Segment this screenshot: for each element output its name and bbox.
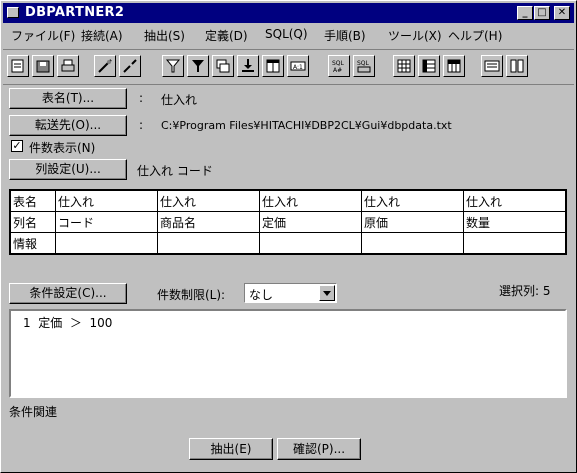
menu-define[interactable]: 定義(D) [205, 27, 248, 44]
open-icon[interactable] [7, 55, 29, 77]
maximize-button[interactable]: □ [534, 6, 550, 20]
text-icon[interactable]: A:1 [287, 55, 309, 77]
title-bar: DBPARTNER2 _ □ ✕ [3, 3, 574, 23]
sql-all-icon[interactable]: SQL A# [328, 55, 350, 77]
list-icon[interactable] [481, 55, 503, 77]
selected-columns-count: 選択列: 5 [499, 284, 551, 298]
destination-button[interactable]: 転送先(O)... [9, 115, 127, 136]
limit-select[interactable]: なし [244, 283, 337, 303]
svg-text:SQL: SQL [357, 60, 370, 67]
condition-list[interactable]: 1 定価 ＞ 100 [9, 309, 567, 398]
extract-button[interactable]: 抽出(E) [189, 438, 273, 460]
grid-cell[interactable]: 仕入れ [361, 190, 464, 212]
count-display-label[interactable]: 件数表示(N) [29, 139, 95, 156]
menu-bar: ファイル(F) 接続(A) 抽出(S) 定義(D) SQL(Q) 手順(B) ツ… [3, 24, 574, 44]
destination-path: C:¥Program Files¥HITACHI¥DBP2CL¥Gui¥dbpd… [161, 119, 452, 132]
grid-cell[interactable]: 数量 [463, 211, 566, 233]
menu-file[interactable]: ファイル(F) [11, 27, 75, 44]
disconnect-icon[interactable] [119, 55, 141, 77]
grid-cell[interactable]: 定価 [259, 211, 362, 233]
count-display-checkbox[interactable]: ✓ [11, 140, 23, 152]
connect-icon[interactable] [94, 55, 116, 77]
grid-cell[interactable] [157, 232, 260, 254]
book-icon[interactable] [506, 55, 528, 77]
grid-cell[interactable]: 商品名 [157, 211, 260, 233]
grid3-icon[interactable] [443, 55, 465, 77]
menu-connect[interactable]: 接続(A) [81, 27, 123, 44]
app-icon[interactable] [7, 7, 19, 18]
close-button[interactable]: ✕ [554, 6, 570, 20]
svg-text:SQL: SQL [332, 60, 345, 67]
grid-row-table: 表名 仕入れ 仕入れ 仕入れ 仕入れ 仕入れ [10, 190, 566, 212]
filter-icon[interactable] [162, 55, 184, 77]
grid-cell[interactable]: 仕入れ [463, 190, 566, 212]
grid-cell[interactable]: 仕入れ [259, 190, 362, 212]
confirm-button[interactable]: 確認(P)... [277, 438, 361, 460]
limit-label: 件数制限(L): [157, 288, 226, 302]
grid-cell[interactable] [463, 232, 566, 254]
menu-procedure[interactable]: 手順(B) [324, 27, 366, 44]
grid-row-header: 表名 [10, 190, 56, 212]
menu-sql[interactable]: SQL(Q) [265, 27, 308, 41]
menu-tools[interactable]: ツール(X) [388, 27, 442, 44]
condition-line[interactable]: 1 定価 ＞ 100 [23, 314, 112, 331]
table-name-value: 仕入れ [161, 93, 198, 107]
grid-cell[interactable]: コード [55, 211, 158, 233]
column-settings-value: 仕入れ コード [137, 164, 213, 178]
grid-cell[interactable]: 仕入れ [157, 190, 260, 212]
column-settings-button[interactable]: 列設定(U)... [9, 159, 127, 180]
condition-settings-button[interactable]: 条件設定(C)... [9, 283, 127, 304]
grid-cell[interactable] [259, 232, 362, 254]
column-grid: 表名 仕入れ 仕入れ 仕入れ 仕入れ 仕入れ 列名 コード 商品名 定価 原価 … [9, 189, 567, 255]
grid2-icon[interactable] [418, 55, 440, 77]
window-title: DBPARTNER2 [25, 5, 125, 20]
menu-help[interactable]: ヘルプ(H) [448, 27, 502, 44]
grid-row-column: 列名 コード 商品名 定価 原価 数量 [10, 211, 566, 233]
table-name-separator: : [139, 91, 144, 105]
grid-cell[interactable]: 原価 [361, 211, 464, 233]
table-name-button[interactable]: 表名(T)... [9, 88, 127, 109]
grid-cell[interactable] [361, 232, 464, 254]
grid-icon[interactable] [393, 55, 415, 77]
save-icon[interactable] [32, 55, 54, 77]
grid-row-header: 情報 [10, 232, 56, 254]
limit-select-value: なし [249, 288, 274, 302]
menu-extract[interactable]: 抽出(S) [144, 27, 185, 44]
filter2-icon[interactable] [187, 55, 209, 77]
minimize-button[interactable]: _ [517, 6, 533, 20]
sql-select-icon[interactable]: SQL [353, 55, 375, 77]
print-icon[interactable] [57, 55, 79, 77]
svg-text:A#: A# [333, 67, 342, 74]
window-icon[interactable] [212, 55, 234, 77]
svg-text:A:1: A:1 [293, 64, 303, 71]
toolbar: A:1 SQL A# SQL [3, 49, 574, 85]
chevron-down-icon[interactable] [319, 285, 335, 301]
table-icon[interactable] [262, 55, 284, 77]
destination-separator: : [139, 118, 144, 132]
grid-row-header: 列名 [10, 211, 56, 233]
grid-cell[interactable] [55, 232, 158, 254]
related-label: 条件関連 [9, 405, 58, 419]
app-window: DBPARTNER2 _ □ ✕ ファイル(F) 接続(A) 抽出(S) 定義(… [0, 0, 577, 473]
grid-cell[interactable]: 仕入れ [55, 190, 158, 212]
grid-row-info: 情報 [10, 232, 566, 254]
download-icon[interactable] [237, 55, 259, 77]
